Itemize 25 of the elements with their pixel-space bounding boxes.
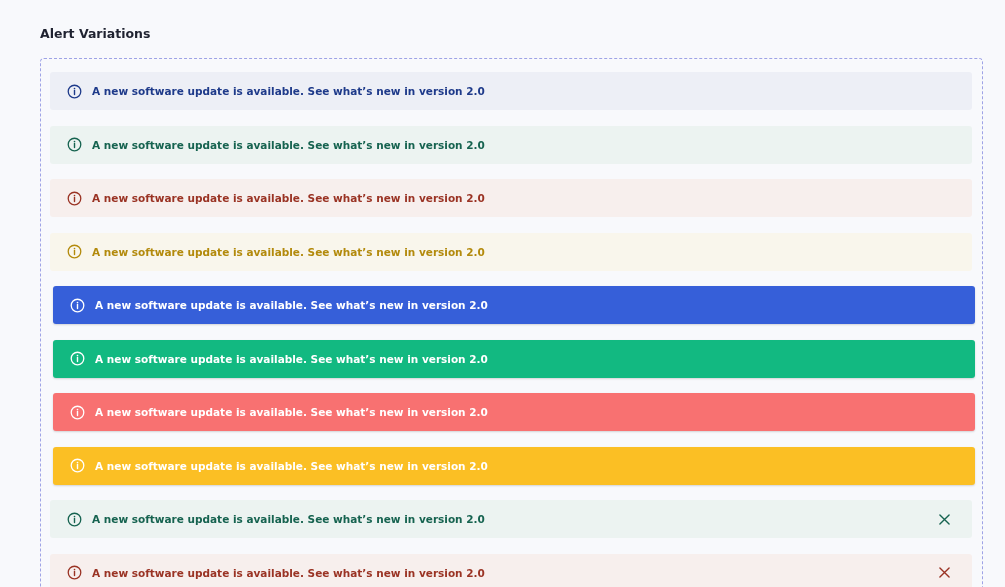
close-button[interactable] xyxy=(937,565,952,580)
alert-message: A new software update is available. See what’s new in version 2.0 xyxy=(95,459,489,472)
info-icon xyxy=(67,190,82,206)
info-icon xyxy=(70,297,85,313)
info-icon xyxy=(67,137,82,152)
alert-message: A new software update is available. See what’s new in version 2.0 xyxy=(92,138,486,151)
close-button[interactable] xyxy=(937,511,952,527)
info-icon xyxy=(67,511,82,527)
alert-message: A new software update is available. See what’s new in version 2.0 xyxy=(92,85,486,97)
alert-message: A new software update is available. See what’s new in version 2.0 xyxy=(95,352,489,365)
alert-message: A new software update is available. See what’s new in version 2.0 xyxy=(92,513,486,525)
close-icon xyxy=(939,513,950,525)
alert-message: A new software update is available. See what’s new in version 2.0 xyxy=(95,299,489,311)
info-icon xyxy=(70,351,85,366)
info-icon xyxy=(67,244,82,259)
alert-message: A new software update is available. See what’s new in version 2.0 xyxy=(92,566,486,579)
info-icon xyxy=(70,404,85,420)
close-icon xyxy=(939,567,950,578)
info-icon xyxy=(67,565,82,580)
alert-message: A new software update is available. See what’s new in version 2.0 xyxy=(92,192,486,204)
alert-message: A new software update is available. See what’s new in version 2.0 xyxy=(92,245,486,258)
info-icon xyxy=(67,83,82,99)
section-title: Alert Variations xyxy=(40,26,152,41)
alert-message: A new software update is available. See what’s new in version 2.0 xyxy=(95,406,489,418)
info-icon xyxy=(70,458,85,473)
